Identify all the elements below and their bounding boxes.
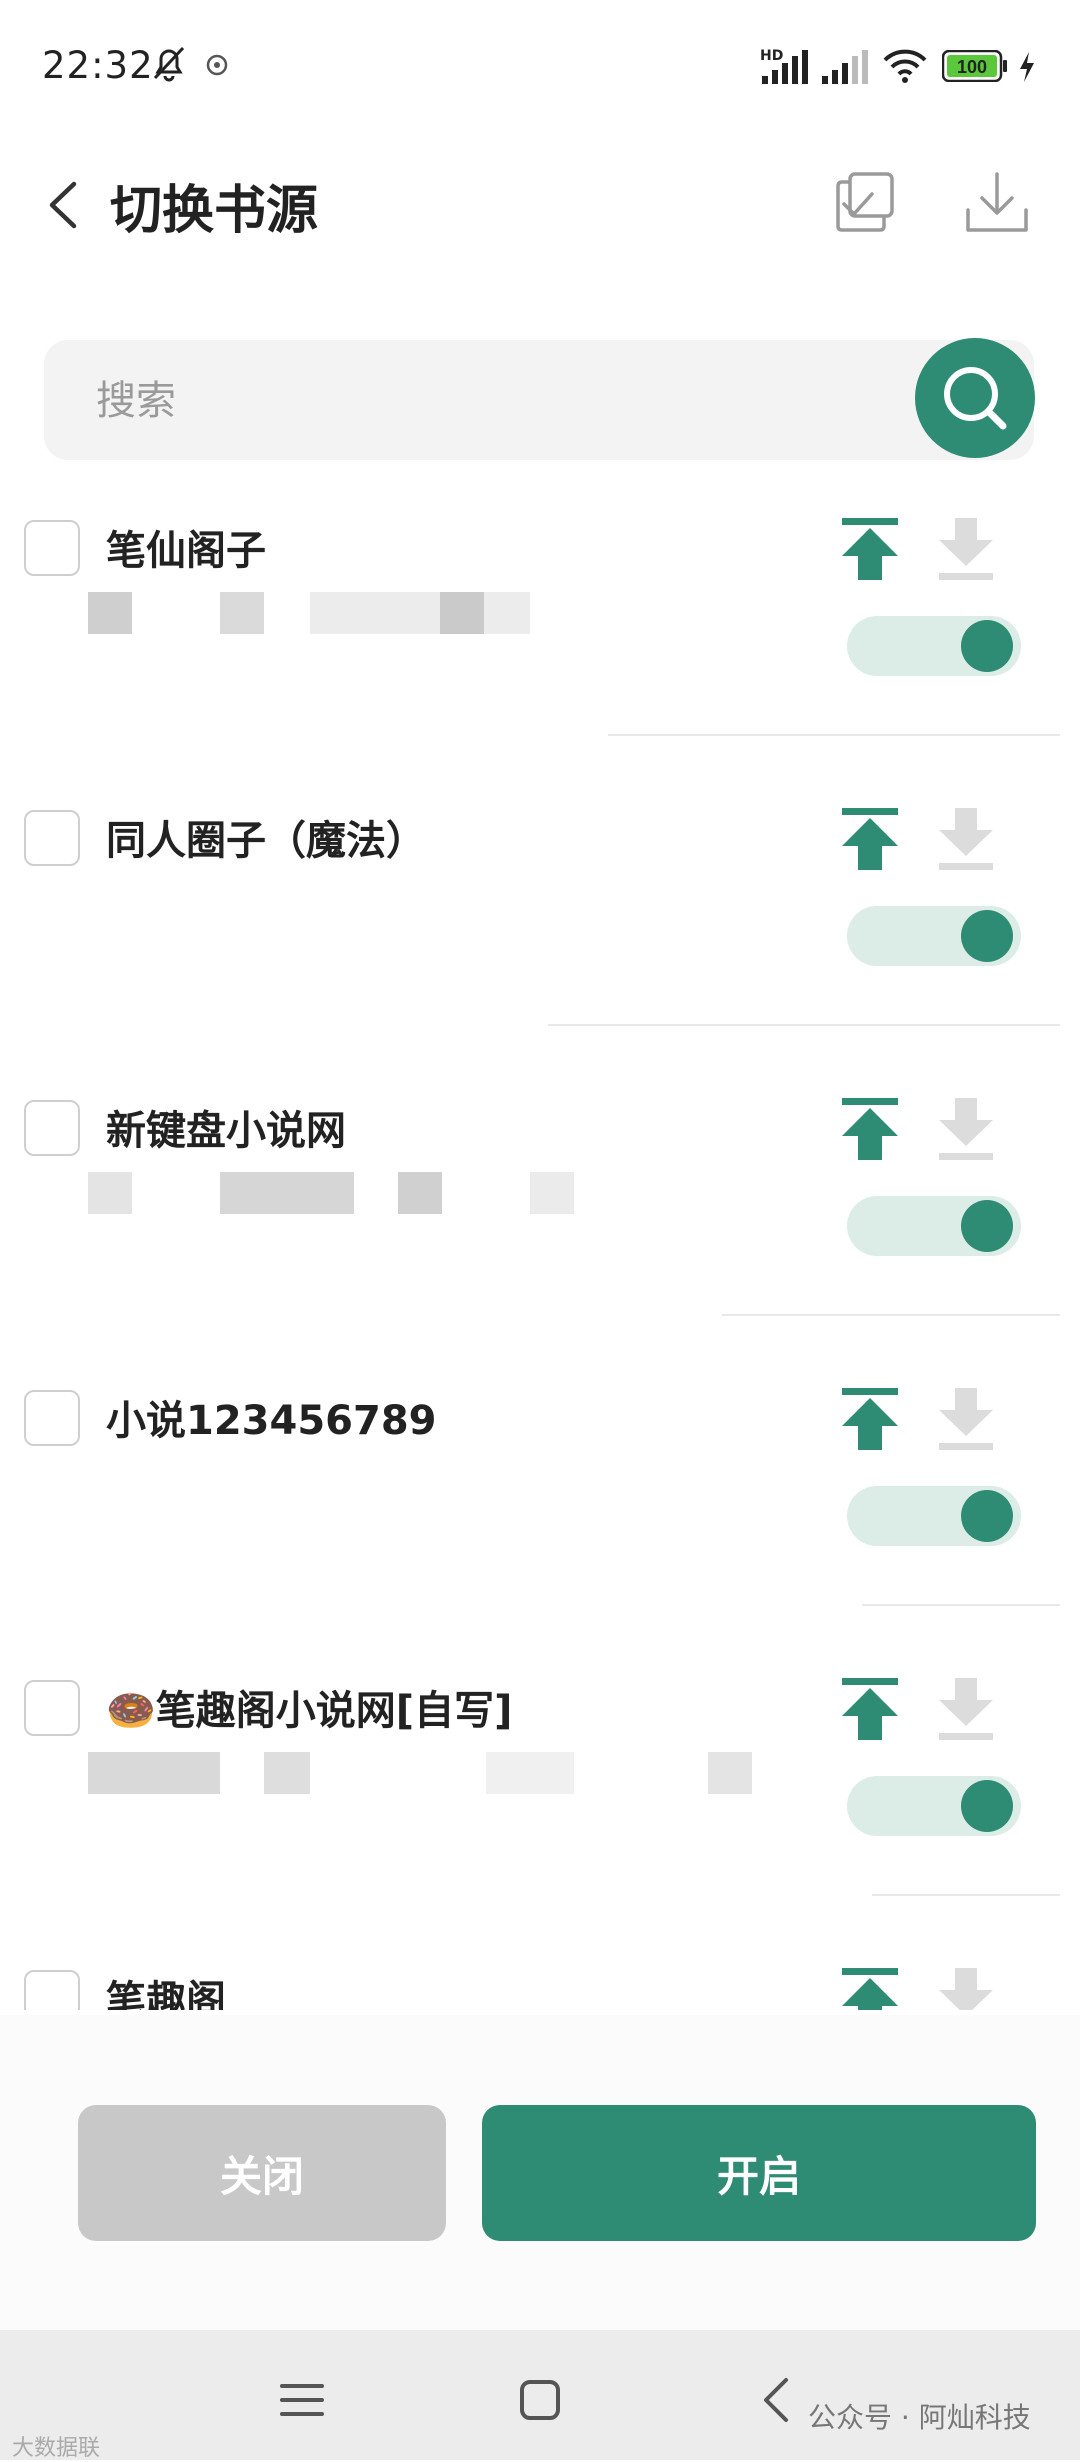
enable-toggle[interactable] [847, 616, 1021, 676]
status-time: 22:32 [42, 44, 154, 87]
signal-icon-2 [822, 50, 868, 84]
pin-to-top-icon[interactable] [838, 806, 902, 872]
source-name: 新键盘小说网 [106, 1108, 346, 1154]
source-name: 🍩笔趣阁小说网[自写] [106, 1688, 513, 1734]
list-item: 🍩笔趣阁小说网[自写] [0, 1652, 1080, 1942]
app-header: 切换书源 [0, 150, 1080, 260]
search-button[interactable] [915, 338, 1035, 458]
source-checkbox[interactable] [24, 1390, 80, 1446]
move-to-bottom-icon[interactable] [935, 806, 997, 872]
app-notification-icon [206, 54, 228, 76]
move-to-bottom-icon[interactable] [935, 1966, 997, 2010]
enable-toggle[interactable] [847, 1196, 1021, 1256]
source-checkbox[interactable] [24, 520, 80, 576]
list-item: 小说123456789 [0, 1362, 1080, 1652]
source-url-placeholder [88, 1752, 220, 1794]
pin-to-top-icon[interactable] [838, 1386, 902, 1452]
list-item: 笔仙阁子 [0, 492, 1080, 782]
pin-to-top-icon[interactable] [838, 1966, 902, 2010]
system-nav-bar: 公众号 · 阿灿科技 大数据联 [0, 2330, 1080, 2461]
enable-toggle[interactable] [847, 1486, 1021, 1546]
mute-bell-icon [153, 46, 185, 82]
list-item: 同人圈子（魔法） [0, 782, 1080, 1072]
source-url-placeholder [88, 1172, 132, 1214]
back-arrow-icon[interactable] [38, 170, 88, 240]
battery-icon: 100 [942, 50, 1007, 82]
move-to-bottom-icon[interactable] [935, 1386, 997, 1452]
source-name: 笔仙阁子 [106, 528, 266, 574]
enable-toggle[interactable] [847, 906, 1021, 966]
search-input[interactable] [94, 340, 918, 462]
wifi-icon [883, 49, 927, 83]
source-list: 笔仙阁子 同人圈子（魔法） 新键盘小说网 小说123456789 🍩笔趣阁小说网… [0, 470, 1080, 2010]
list-item: 笔趣阁 [0, 1942, 1080, 2010]
watermark-text: 公众号 · 阿灿科技 [808, 2401, 1031, 2434]
pin-to-top-icon[interactable] [838, 1676, 902, 1742]
move-to-bottom-icon[interactable] [935, 1676, 997, 1742]
source-checkbox[interactable] [24, 1100, 80, 1156]
pin-to-top-icon[interactable] [838, 516, 902, 582]
source-name: 笔趣阁 [106, 1978, 226, 2010]
pin-to-top-icon[interactable] [838, 1096, 902, 1162]
source-checkbox[interactable] [24, 1970, 80, 2010]
search-icon [944, 367, 1007, 430]
list-item: 新键盘小说网 [0, 1072, 1080, 1362]
close-button[interactable]: 关闭 [78, 2105, 446, 2241]
signal-icon [762, 50, 808, 84]
back-nav-icon[interactable] [748, 2370, 808, 2430]
action-footer: 关闭 开启 [0, 2015, 1080, 2330]
download-icon[interactable] [962, 168, 1032, 238]
enable-toggle[interactable] [847, 1776, 1021, 1836]
menu-icon[interactable] [272, 2370, 332, 2430]
status-bar: 22:32 HD 100 [0, 0, 1080, 130]
select-all-icon[interactable] [830, 168, 900, 238]
source-name: 小说123456789 [106, 1398, 437, 1444]
source-url-placeholder [88, 592, 132, 634]
corner-watermark: 大数据联 [12, 2436, 101, 2461]
source-checkbox[interactable] [24, 1680, 80, 1736]
source-name: 同人圈子（魔法） [106, 818, 426, 864]
battery-level: 100 [957, 57, 987, 77]
source-checkbox[interactable] [24, 810, 80, 866]
home-icon[interactable] [510, 2370, 570, 2430]
charging-icon [1020, 52, 1034, 82]
open-button[interactable]: 开启 [482, 2105, 1036, 2241]
move-to-bottom-icon[interactable] [935, 1096, 997, 1162]
move-to-bottom-icon[interactable] [935, 516, 997, 582]
page-title: 切换书源 [110, 181, 319, 241]
search-bar [44, 340, 1034, 462]
